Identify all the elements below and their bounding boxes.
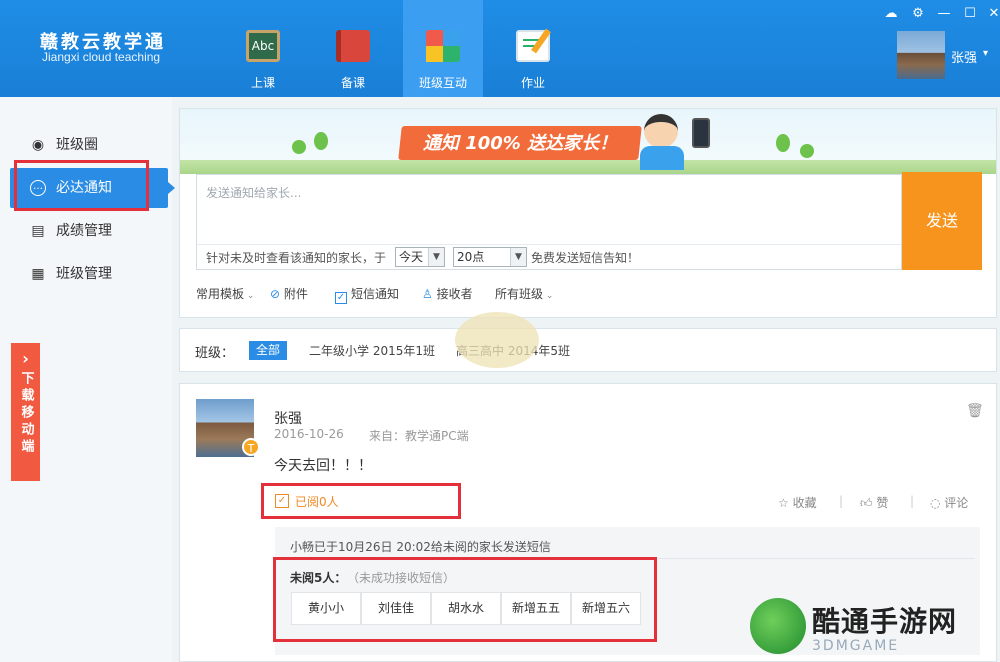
download-label: 下载移动端 <box>18 371 34 456</box>
send-button[interactable]: 发送 <box>902 172 982 270</box>
maximize-button[interactable]: ☐ <box>961 6 979 22</box>
trash-icon[interactable]: 🗑 <box>966 403 984 419</box>
day-select[interactable]: 今天 ▼ <box>395 247 445 267</box>
tab-label: 班级互动 <box>418 76 467 90</box>
sidebar-item-grades[interactable]: ▤ 成绩管理 <box>10 211 168 251</box>
divider: | <box>910 494 915 508</box>
watermark-text: 酷通手游网 <box>812 605 958 638</box>
recipients-label: 接收者 <box>436 287 473 301</box>
mascot-decoration <box>455 312 539 368</box>
sms-hint-text: 针对未及时查看该通知的家长，于 <box>206 251 387 265</box>
tab-lesson-prep[interactable]: 备课 <box>313 0 393 97</box>
user-icon: ♙ <box>422 287 437 301</box>
download-mobile-tab[interactable]: › 下载移动端 <box>11 343 40 481</box>
class-dropdown[interactable]: 所有班级 ⌄ <box>495 285 553 302</box>
divider: | <box>839 494 844 508</box>
sidebar-item-label: 班级管理 <box>56 266 112 282</box>
recipients-button[interactable]: ♙ 接收者 <box>422 285 473 302</box>
brand-subtitle: Jiangxi cloud teaching <box>42 50 161 64</box>
grid-icon: ▦ <box>31 266 45 282</box>
sidebar-item-label: 成绩管理 <box>56 223 112 239</box>
clipboard-icon: ▤ <box>31 223 45 239</box>
attachment-button[interactable]: ⊘ 附件 <box>270 285 308 302</box>
watermark-logo-icon <box>750 598 806 654</box>
chevron-down-icon: ⌄ <box>244 291 255 301</box>
post-source: 来自：教学通PC端 <box>369 429 469 443</box>
sidebar-item-label: 班级圈 <box>56 137 98 153</box>
teacher-badge: T <box>242 438 260 456</box>
thumbs-up-icon: 👍︎ <box>860 496 877 510</box>
class-dropdown-label: 所有班级 <box>495 287 544 301</box>
post-date: 2016-10-26 <box>274 427 344 441</box>
highlight-box <box>261 483 461 519</box>
close-button[interactable]: ✕ <box>985 6 1000 22</box>
banner-ground <box>180 160 996 174</box>
tab-homework[interactable]: 作业 <box>493 0 573 97</box>
chevron-down-icon: ▼ <box>510 248 526 266</box>
watermark-subtext: 3DMGAME <box>812 638 900 654</box>
tree-icon <box>776 134 790 152</box>
book-icon <box>336 30 370 62</box>
sidebar-item-class-manage[interactable]: ▦ 班级管理 <box>10 254 168 294</box>
tree-icon <box>314 132 328 150</box>
edit-doc-icon <box>516 28 551 62</box>
filter-label: 班级： <box>195 346 235 361</box>
like-label: 赞 <box>876 496 889 510</box>
post-author[interactable]: 张强 <box>274 408 302 428</box>
tree-icon <box>800 144 814 158</box>
like-button[interactable]: 👍︎ 赞 <box>860 494 888 511</box>
checkbox-checked-icon: ✓ <box>335 292 347 304</box>
chevron-down-icon: ▼ <box>428 248 444 266</box>
template-dropdown[interactable]: 常用模板 ⌄ <box>196 285 254 302</box>
divider <box>197 244 901 245</box>
class-filter-bar <box>179 328 997 372</box>
sidebar-item-class-circle[interactable]: ◉ 班级圈 <box>10 125 168 165</box>
favorite-label: 收藏 <box>792 496 817 510</box>
paperclip-icon: ⊘ <box>270 287 284 301</box>
sms-sent-notice: 小畅已于10月26日 20:02给未阅的家长发送短信 <box>290 540 551 554</box>
comment-label: 评论 <box>944 496 969 510</box>
sms-tail-text: 免费发送短信告知！ <box>531 251 640 265</box>
settings-icon[interactable]: ⚙ <box>909 6 927 22</box>
tab-label: 作业 <box>520 76 545 90</box>
tab-class-teaching[interactable]: Abc 上课 <box>223 0 303 97</box>
hour-select-value: 20点 <box>457 250 485 264</box>
mascot-icon <box>644 114 678 148</box>
tab-label: 备课 <box>340 76 365 90</box>
filter-all-button[interactable]: 全部 <box>249 341 287 360</box>
highlight-box <box>14 160 149 211</box>
tree-icon <box>292 140 306 154</box>
sms-checkbox[interactable]: ✓ 短信通知 <box>335 285 399 304</box>
avatar[interactable] <box>897 31 945 79</box>
favorite-button[interactable]: ☆ 收藏 <box>778 494 817 511</box>
post-body: 今天去回！！！ <box>274 458 372 474</box>
notice-placeholder: 发送通知给家长... <box>206 186 302 200</box>
day-select-value: 今天 <box>399 250 424 264</box>
template-label: 常用模板 <box>196 287 245 301</box>
tab-class-interaction[interactable]: 班级互动 <box>403 0 483 97</box>
minimize-button[interactable]: — <box>935 6 953 22</box>
phone-icon <box>692 118 710 148</box>
user-circle-icon: ◉ <box>31 137 45 153</box>
star-icon: ☆ <box>778 496 793 510</box>
mascot-body <box>640 146 684 170</box>
comment-button[interactable]: ◌ 评论 <box>930 494 968 511</box>
blocks-icon <box>426 30 460 62</box>
hour-select[interactable]: 20点 ▼ <box>453 247 527 267</box>
tab-label: 上课 <box>250 76 275 90</box>
sms-label: 短信通知 <box>351 287 400 301</box>
comment-icon: ◌ <box>930 496 945 510</box>
chevron-down-icon[interactable]: ▾ <box>983 48 988 59</box>
chevron-right-icon: › <box>22 349 29 368</box>
attachment-label: 附件 <box>283 287 308 301</box>
user-name[interactable]: 张强 <box>951 47 977 66</box>
filter-class-option[interactable]: 二年级小学 2015年1班 <box>309 342 435 359</box>
abc-board-icon: Abc <box>246 30 280 62</box>
banner-text: 通知 100% 送达家长！ <box>422 133 618 154</box>
cloud-icon[interactable]: ☁ <box>882 6 900 22</box>
chevron-down-icon: ⌄ <box>543 291 554 301</box>
highlight-box <box>273 557 657 642</box>
